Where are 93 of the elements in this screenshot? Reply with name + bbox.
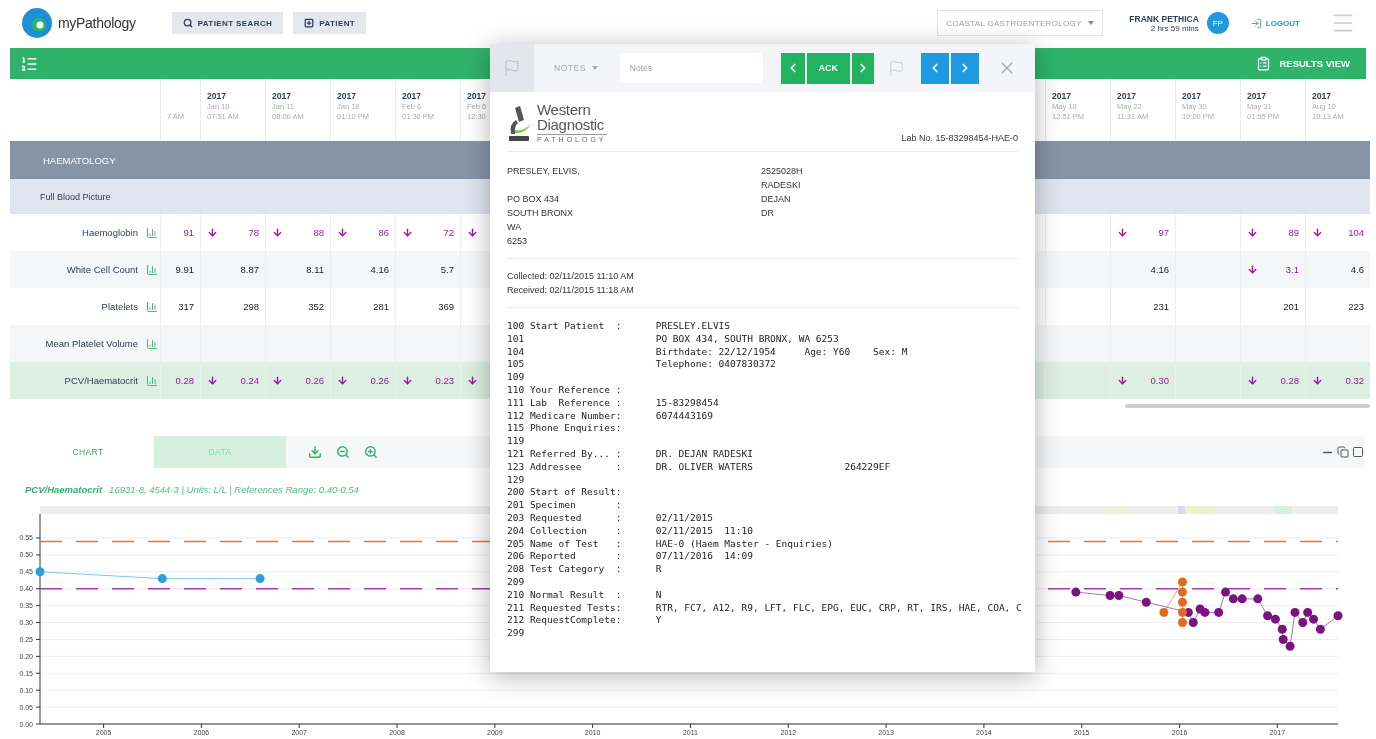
report-line: 121 Referred By... : DR. DEJAN RADESKI [507, 447, 753, 459]
result-value: 104 [1348, 227, 1364, 238]
result-value: 0.28 [175, 375, 194, 386]
result-value: 0.30 [1150, 375, 1169, 386]
report-line: 101 PO BOX 434, SOUTH BRONX, WA 6253 [507, 332, 839, 344]
column-year: 2017 [272, 91, 291, 101]
report-line: 110 Your Reference : [507, 384, 622, 395]
result-value: 89 [1288, 227, 1299, 238]
report-line: 211 Requested Tests: RTR, FC7, A12, R9, LFT, FLC, EPG, EUC, CRP, RT, IRS, HAE, COA, C [507, 601, 1022, 613]
doctor-line: 2525028H [761, 165, 804, 178]
report-line: 204 Collection : 02/11/2015 11:10 [507, 524, 753, 536]
result-value: 78 [248, 227, 259, 238]
result-value: 0.32 [1345, 375, 1364, 386]
result-value: 4.16 [370, 264, 389, 275]
doctor-line: DR [761, 207, 775, 220]
result-value: 3.1 [1285, 264, 1299, 275]
report-line: 119 [507, 435, 525, 447]
result-value: 4.6 [1350, 264, 1364, 275]
column-year: 2017 [467, 91, 486, 101]
test-name: White Cell Count [66, 264, 138, 275]
result-value: 0.24 [240, 375, 259, 386]
result-value: 97 [1158, 227, 1169, 238]
report-line: 203 Requested : 02/11/2015 [507, 511, 713, 523]
report-line: 100 Start Patient : PRESLEY.ELVIS [507, 320, 731, 331]
address-line: PO BOX 434 [507, 193, 561, 206]
result-value: 4.16 [1150, 264, 1169, 275]
address-line: 6253 [507, 235, 529, 248]
report-line: 123 Addressee : DR. OLIVER WATERS 264229EF [507, 460, 891, 472]
subsection-title: Full Blood Picture [40, 191, 111, 202]
result-value: 88 [313, 227, 324, 238]
result-value: 281 [373, 301, 389, 312]
column-year: 2017 [1247, 91, 1266, 101]
column-year: 2017 [1117, 91, 1136, 101]
column-year: 2017 [402, 91, 421, 101]
section-title: HAEMATOLOGY [43, 154, 116, 166]
chart-details: 16931-8, 4544-3 | Units: L/L | References Range: 0.40-0.54 [109, 484, 359, 497]
result-value: 91 [183, 227, 194, 238]
result-value: 72 [443, 227, 454, 238]
report-line: 206 Reported : 07/11/2016 14:09 [507, 550, 753, 562]
report-line: 200 Start of Result: [507, 486, 622, 498]
received-date: Received: 02/11/2015 11:18 AM [507, 284, 635, 297]
test-name: Mean Platelet Volume [45, 338, 138, 349]
column-year: 2017 [337, 91, 356, 101]
result-value: 0.26 [305, 375, 324, 386]
test-name: Platelets [101, 301, 138, 312]
result-value: 223 [1348, 301, 1364, 312]
report-line: 210 Normal Result : N [507, 588, 662, 600]
column-year: 2017 [207, 91, 226, 101]
result-value: 201 [1283, 301, 1299, 312]
column-year: 2017 [1312, 91, 1331, 101]
report-line: 111 Lab Reference : 15-83298454 [507, 396, 719, 408]
report-line: 205 Name of Test : HAE-0 (Haem Master - Enquiries) [507, 537, 833, 549]
doctor-line: RADESKI [761, 179, 802, 192]
result-value: 231 [1153, 301, 1169, 312]
result-value: 8.87 [240, 264, 259, 275]
app-name: myPathology [58, 15, 136, 31]
test-name: Haemoglobin [82, 227, 138, 238]
report-line: 201 Specimen : [507, 499, 622, 511]
lab-number: Lab No. 15-83298454-HAE-0 [901, 133, 1018, 143]
test-name: PCV/Haematocrit [64, 375, 138, 386]
result-value: 5.7 [440, 264, 454, 275]
report-line: 104 Birthdate: 22/12/1954 Age: Y60 Sex: M [507, 345, 908, 357]
session-time: 2 hrs 59 mins [1150, 23, 1199, 33]
report-line: 299 [507, 627, 525, 639]
logo-text: Diagnostic [537, 117, 606, 132]
address-line: WA [507, 221, 523, 234]
result-value: 0.23 [435, 375, 454, 386]
column-year: 2017 [1052, 91, 1071, 101]
result-value: 0.26 [370, 375, 389, 386]
patient-name: PRESLEY, ELVIS, [507, 165, 581, 178]
result-value: 86 [378, 227, 389, 238]
result-value: 0.28 [1280, 375, 1299, 386]
report-line: 129 [507, 473, 525, 485]
chart-title: PCV/Haematocrit [25, 484, 103, 497]
user-name: FRANK PETHICA [1129, 13, 1199, 24]
report-line: 208 Test Category : R [507, 563, 662, 575]
report-line: 112 Medicare Number: 6074443169 [507, 409, 713, 421]
doctor-line: DEJAN [761, 193, 792, 206]
collected-date: Collected: 02/11/2015 11:10 AM [507, 270, 635, 283]
result-value: 352 [308, 301, 324, 312]
column-year: 2017 [1182, 91, 1201, 101]
report-line: 109 [507, 371, 525, 383]
report-line: 212 RequestComplete: Y [507, 614, 662, 626]
report-line: 115 Phone Enquiries: [507, 422, 622, 434]
report-line: 105 Telephone: 0407830372 [507, 358, 776, 370]
result-value: 317 [178, 301, 194, 312]
result-value: 369 [438, 301, 454, 312]
result-value: 298 [243, 301, 259, 312]
logo-text: Western [537, 102, 592, 117]
address-line: SOUTH BRONX [507, 207, 574, 220]
report-line: 209 [507, 575, 525, 587]
result-value: 9.91 [175, 264, 194, 275]
result-value: 8.11 [306, 264, 324, 275]
